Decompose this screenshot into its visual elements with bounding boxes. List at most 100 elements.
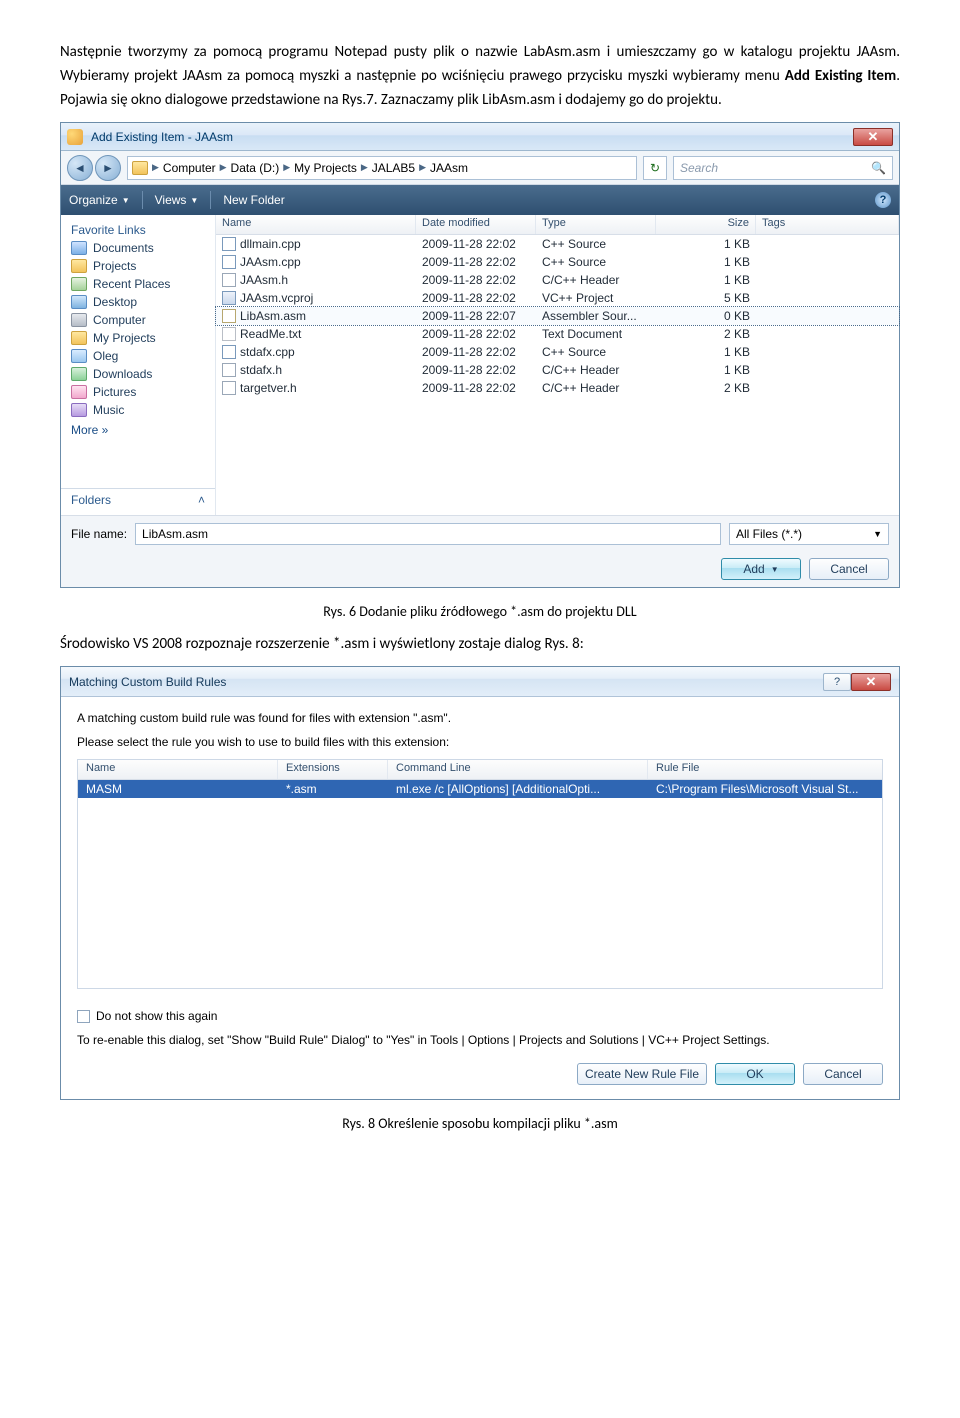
rule-row-masm[interactable]: MASM *.asm ml.exe /c [AllOptions] [Addit… [78,780,882,798]
filename-input[interactable] [135,523,721,545]
favorite-link[interactable]: Pictures [61,383,215,401]
dialog-buttons: Add ▼ Cancel [61,551,899,587]
menu-name-bold: Add Existing Item [785,67,896,85]
file-icon [222,363,236,377]
file-row[interactable]: ReadMe.txt2009-11-28 22:02Text Document2… [216,325,899,343]
file-type: C++ Source [536,235,656,253]
favorite-icon [71,331,87,345]
crumb-myprojects[interactable]: My Projects [294,161,357,175]
file-row[interactable]: stdafx.h2009-11-28 22:02C/C++ Header1 KB [216,361,899,379]
file-icon [222,345,236,359]
favorite-label: Recent Places [93,277,170,291]
build-rules-dialog: Matching Custom Build Rules ? ✕ A matchi… [60,666,900,1100]
favorites-title: Favorite Links [61,219,215,239]
file-type: C++ Source [536,343,656,361]
file-icon [222,381,236,395]
favorite-label: Desktop [93,295,137,309]
col-name[interactable]: Name [78,760,278,779]
cancel-button[interactable]: Cancel [809,558,889,580]
col-extensions[interactable]: Extensions [278,760,388,779]
file-row[interactable]: targetver.h2009-11-28 22:02C/C++ Header2… [216,379,899,397]
file-name: stdafx.h [240,363,282,377]
search-input[interactable]: Search 🔍 [673,156,893,180]
file-name: LibAsm.asm [240,309,306,323]
file-row[interactable]: JAAsm.cpp2009-11-28 22:02C++ Source1 KB [216,253,899,271]
titlebar[interactable]: Matching Custom Build Rules ? ✕ [61,667,899,697]
ok-button[interactable]: OK [715,1063,795,1085]
titlebar[interactable]: Add Existing Item - JAAsm ✕ [61,123,899,151]
crumb-computer[interactable]: Computer [163,161,216,175]
file-icon [222,273,236,287]
file-row[interactable]: LibAsm.asm2009-11-28 22:07Assembler Sour… [216,307,899,325]
views-menu[interactable]: Views ▼ [155,193,199,207]
filename-bar: File name: All Files (*.*) ▼ [61,515,899,551]
chevron-down-icon: ▼ [122,196,130,205]
more-link[interactable]: More » [61,419,215,437]
file-type: Text Document [536,325,656,343]
filter-select[interactable]: All Files (*.*) ▼ [729,523,889,545]
do-not-show-checkbox[interactable]: Do not show this again [77,1009,883,1023]
file-type: Assembler Sour... [536,307,656,325]
create-rule-button[interactable]: Create New Rule File [577,1063,707,1085]
file-row[interactable]: JAAsm.h2009-11-28 22:02C/C++ Header1 KB [216,271,899,289]
close-button[interactable]: ✕ [853,128,893,146]
favorite-link[interactable]: Documents [61,239,215,257]
search-placeholder: Search [680,161,718,175]
back-button[interactable]: ◄ [67,155,93,181]
file-date: 2009-11-28 22:02 [416,379,536,397]
help-button[interactable]: ? [823,673,851,691]
rules-columns[interactable]: Name Extensions Command Line Rule File [78,760,882,780]
col-size[interactable]: Size [656,215,756,234]
col-name[interactable]: Name [216,215,416,234]
dialog-title: Matching Custom Build Rules [69,675,226,689]
file-name: JAAsm.h [240,273,288,287]
cancel-button[interactable]: Cancel [803,1063,883,1085]
col-tags[interactable]: Tags [756,215,899,234]
col-date[interactable]: Date modified [416,215,536,234]
folders-toggle[interactable]: Folders ˄ [61,488,215,511]
chevron-down-icon: ▼ [190,196,198,205]
filename-label: File name: [71,527,127,541]
favorite-link[interactable]: Computer [61,311,215,329]
help-icon[interactable]: ? [875,192,891,208]
favorite-icon [71,259,87,273]
favorite-link[interactable]: Music [61,401,215,419]
forward-button[interactable]: ► [95,155,121,181]
file-size: 2 KB [656,379,756,397]
filter-value: All Files (*.*) [736,527,802,541]
file-name: dllmain.cpp [240,237,301,251]
file-size: 1 KB [656,343,756,361]
crumb-jalab5[interactable]: JALAB5 [372,161,415,175]
favorite-link[interactable]: Recent Places [61,275,215,293]
chevron-down-icon: ▼ [873,529,882,539]
file-row[interactable]: dllmain.cpp2009-11-28 22:02C++ Source1 K… [216,235,899,253]
figure-6-caption: Rys. 6 Dodanie pliku źródłowego *.asm do… [60,603,900,620]
organize-menu[interactable]: Organize ▼ [69,193,130,207]
favorite-link[interactable]: Desktop [61,293,215,311]
crumb-jaasm[interactable]: JAAsm [430,161,468,175]
close-button[interactable]: ✕ [851,673,891,691]
file-type: C/C++ Header [536,379,656,397]
refresh-button[interactable]: ↻ [643,156,667,180]
add-button[interactable]: Add ▼ [721,558,801,580]
cell-cmd: ml.exe /c [AllOptions] [AdditionalOpti..… [388,780,648,798]
col-type[interactable]: Type [536,215,656,234]
favorite-link[interactable]: My Projects [61,329,215,347]
col-command[interactable]: Command Line [388,760,648,779]
favorite-label: Downloads [93,367,152,381]
search-icon: 🔍 [871,161,886,175]
favorite-link[interactable]: Downloads [61,365,215,383]
col-rulefile[interactable]: Rule File [648,760,882,779]
file-icon [222,237,236,251]
file-row[interactable]: JAAsm.vcproj2009-11-28 22:02VC++ Project… [216,289,899,307]
add-label: Add [743,562,764,576]
file-row[interactable]: stdafx.cpp2009-11-28 22:02C++ Source1 KB [216,343,899,361]
favorite-link[interactable]: Oleg [61,347,215,365]
crumb-drive[interactable]: Data (D:) [231,161,280,175]
file-type: C++ Source [536,253,656,271]
new-folder-button[interactable]: New Folder [223,193,284,207]
column-headers[interactable]: Name Date modified Type Size Tags [216,215,899,235]
favorite-link[interactable]: Projects [61,257,215,275]
breadcrumb[interactable]: ▶ Computer▶ Data (D:)▶ My Projects▶ JALA… [127,156,637,180]
info-line-2: Please select the rule you wish to use t… [77,735,883,749]
